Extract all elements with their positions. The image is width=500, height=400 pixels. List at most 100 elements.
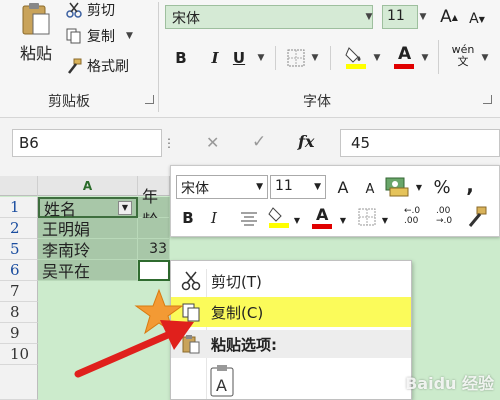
formula-input[interactable]: 45 — [340, 129, 500, 157]
chevron-down-icon[interactable]: ▼ — [292, 209, 302, 231]
insert-function-icon[interactable]: fx — [298, 132, 314, 151]
paint-bucket-icon — [345, 47, 366, 69]
row-header[interactable]: 6 — [0, 260, 38, 281]
mini-font-color-button[interactable]: A — [312, 205, 334, 229]
cell-b5[interactable]: 33 — [138, 239, 170, 260]
grow-font-button[interactable]: A ▲ — [438, 5, 460, 29]
ribbon-divider — [330, 46, 331, 70]
mini-shrink-font-button[interactable]: A — [360, 178, 380, 200]
copy-dropdown-icon[interactable]: ▼ — [126, 31, 133, 41]
row-header[interactable]: 10 — [0, 344, 38, 365]
chevron-down-icon[interactable]: ▼ — [314, 182, 321, 192]
font-color-button[interactable]: A — [392, 44, 416, 70]
italic-button[interactable]: I — [204, 46, 226, 70]
mini-fill-color-button[interactable] — [268, 205, 290, 229]
row-header[interactable]: 1 — [0, 197, 38, 218]
filter-dropdown-icon[interactable]: ▼ — [118, 200, 132, 215]
align-center-button[interactable] — [240, 210, 258, 226]
ribbon-divider — [438, 40, 439, 74]
cell-b1[interactable]: 年龄 — [138, 187, 170, 230]
cell-text: 吴平在 — [42, 262, 91, 281]
font-color-dropdown-icon[interactable]: ▼ — [418, 46, 432, 70]
clipboard-group-label: 剪贴板 — [48, 94, 90, 110]
border-icon — [287, 49, 305, 67]
enter-icon[interactable]: ✓ — [252, 132, 266, 152]
row-header[interactable]: 2 — [0, 218, 38, 239]
fill-color-button[interactable] — [344, 44, 368, 70]
clipboard-launcher-icon[interactable] — [145, 95, 154, 104]
border-icon — [358, 208, 376, 226]
percent-style-button[interactable]: % — [430, 176, 454, 198]
chevron-down-icon[interactable]: ▼ — [380, 209, 390, 231]
mini-grow-font-button[interactable]: A — [332, 176, 354, 198]
mini-font-name-field[interactable]: 宋体 ▼ — [176, 175, 268, 199]
border-button[interactable] — [286, 48, 306, 68]
cancel-icon[interactable]: ✕ — [206, 133, 219, 152]
shrink-font-icon: A — [365, 181, 375, 197]
font-size-dropdown-icon[interactable]: ▼ — [416, 5, 430, 29]
cut-label: 剪切 — [87, 3, 115, 19]
mini-font-size-value: 11 — [275, 178, 293, 194]
ribbon-divider — [275, 46, 276, 70]
cell-a6[interactable]: 吴平在 — [38, 260, 138, 281]
cell-a2[interactable]: 王明娟 — [38, 218, 138, 239]
underline-button[interactable]: U — [228, 46, 250, 70]
underline-dropdown-icon[interactable]: ▼ — [254, 46, 268, 70]
active-cell-b6[interactable] — [138, 260, 170, 281]
shrink-font-icon: A — [469, 11, 479, 27]
watermark-text: Baidu 经验 — [405, 374, 494, 393]
fill-color-dropdown-icon[interactable]: ▼ — [370, 46, 384, 70]
mini-italic-button[interactable]: I — [206, 207, 222, 229]
phonetic-guide-button[interactable]: wén 文 — [450, 44, 476, 74]
row-header[interactable]: 7 — [0, 281, 38, 302]
paste-clipboard-a-icon: A — [210, 365, 234, 397]
name-box[interactable]: B6 — [12, 129, 162, 157]
cell-b2[interactable] — [138, 218, 170, 239]
mini-font-name-value: 宋体 — [181, 181, 209, 197]
name-box-value: B6 — [19, 134, 39, 152]
paste-button[interactable]: 粘贴 — [10, 0, 62, 74]
column-header-a[interactable]: A — [38, 176, 138, 196]
phonetic-dropdown-icon[interactable]: ▼ — [478, 46, 492, 70]
font-color-bar — [312, 224, 332, 229]
chevron-down-icon[interactable]: ▼ — [338, 209, 348, 231]
svg-text:A: A — [216, 376, 227, 395]
copy-label: 复制 — [87, 29, 115, 45]
cell-text: 33 — [149, 241, 167, 257]
formula-controls: ✕ ✓ fx — [190, 129, 326, 157]
paste-icon — [22, 3, 50, 35]
decrease-decimal-button[interactable]: .00 →.0 — [436, 206, 458, 228]
formula-bar-grip-icon[interactable]: ⋮ — [163, 136, 175, 150]
context-menu-cut[interactable]: 剪切(T) — [171, 266, 411, 296]
chevron-down-icon[interactable]: ▼ — [256, 182, 263, 192]
context-menu-copy[interactable]: 复制(C) — [171, 297, 411, 327]
increase-decimal-button[interactable]: ←.0.00 — [404, 206, 426, 228]
font-launcher-icon[interactable] — [483, 95, 492, 104]
paste-option-button[interactable]: A — [208, 364, 238, 398]
font-size-field[interactable]: 11 — [382, 5, 418, 29]
mini-border-button[interactable] — [358, 208, 376, 226]
bold-button[interactable]: B — [170, 46, 192, 70]
format-painter-button[interactable]: 格式刷 — [66, 56, 129, 76]
cell-a1[interactable]: 姓名 ▼ — [38, 197, 138, 219]
row-header[interactable]: 5 — [0, 239, 38, 260]
font-name-field[interactable]: 宋体 — [165, 5, 373, 29]
mini-font-size-field[interactable]: 11 ▼ — [270, 175, 326, 199]
mini-accounting-button[interactable] — [384, 174, 412, 198]
mini-format-painter-button[interactable] — [466, 206, 488, 228]
copy-button[interactable]: 复制 ▼ — [66, 26, 133, 46]
chevron-down-icon[interactable]: ▼ — [414, 176, 424, 198]
row-header[interactable]: 8 — [0, 302, 38, 323]
context-menu-paste-options-label: 粘贴选项: — [211, 335, 277, 354]
row-header[interactable]: 9 — [0, 323, 38, 344]
font-name-value: 宋体 — [172, 11, 200, 27]
cut-button[interactable]: 剪切 — [66, 0, 115, 20]
grow-font-icon: A — [337, 177, 349, 197]
comma-style-button[interactable]: , — [460, 173, 480, 197]
select-all-corner[interactable] — [0, 176, 38, 196]
border-dropdown-icon[interactable]: ▼ — [308, 46, 322, 70]
mini-bold-button[interactable]: B — [178, 207, 198, 229]
cell-a5[interactable]: 李南玲 — [38, 239, 138, 260]
font-name-dropdown-icon[interactable]: ▼ — [362, 5, 376, 29]
shrink-font-button[interactable]: A ▼ — [466, 7, 488, 31]
